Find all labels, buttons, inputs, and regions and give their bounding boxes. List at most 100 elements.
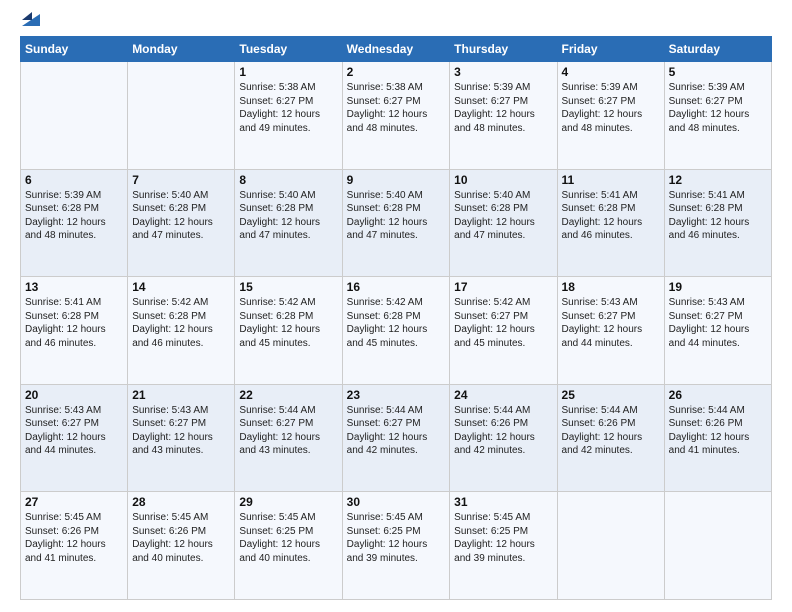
calendar-week-row: 6 Sunrise: 5:39 AMSunset: 6:28 PMDayligh… — [21, 169, 772, 277]
day-number: 9 — [347, 173, 446, 187]
calendar-week-row: 27 Sunrise: 5:45 AMSunset: 6:26 PMDaylig… — [21, 492, 772, 600]
calendar-day-cell: 19 Sunrise: 5:43 AMSunset: 6:27 PMDaylig… — [664, 277, 771, 385]
day-info: Sunrise: 5:38 AMSunset: 6:27 PMDaylight:… — [239, 82, 320, 134]
day-number: 11 — [562, 173, 660, 187]
day-number: 14 — [132, 280, 230, 294]
day-number: 21 — [132, 388, 230, 402]
day-info: Sunrise: 5:42 AMSunset: 6:28 PMDaylight:… — [239, 297, 320, 349]
calendar-day-header: Wednesday — [342, 37, 450, 62]
day-number: 20 — [25, 388, 123, 402]
calendar-day-header: Sunday — [21, 37, 128, 62]
calendar-day-cell: 16 Sunrise: 5:42 AMSunset: 6:28 PMDaylig… — [342, 277, 450, 385]
calendar-day-cell: 26 Sunrise: 5:44 AMSunset: 6:26 PMDaylig… — [664, 384, 771, 492]
day-number: 6 — [25, 173, 123, 187]
day-info: Sunrise: 5:39 AMSunset: 6:27 PMDaylight:… — [454, 82, 535, 134]
day-number: 4 — [562, 65, 660, 79]
day-info: Sunrise: 5:45 AMSunset: 6:26 PMDaylight:… — [25, 512, 106, 564]
calendar-day-cell — [664, 492, 771, 600]
calendar-day-cell: 11 Sunrise: 5:41 AMSunset: 6:28 PMDaylig… — [557, 169, 664, 277]
day-info: Sunrise: 5:43 AMSunset: 6:27 PMDaylight:… — [562, 297, 643, 349]
calendar-day-cell: 14 Sunrise: 5:42 AMSunset: 6:28 PMDaylig… — [128, 277, 235, 385]
calendar-day-cell: 28 Sunrise: 5:45 AMSunset: 6:26 PMDaylig… — [128, 492, 235, 600]
calendar-day-cell: 12 Sunrise: 5:41 AMSunset: 6:28 PMDaylig… — [664, 169, 771, 277]
day-number: 12 — [669, 173, 767, 187]
day-info: Sunrise: 5:45 AMSunset: 6:25 PMDaylight:… — [347, 512, 428, 564]
calendar-day-cell: 29 Sunrise: 5:45 AMSunset: 6:25 PMDaylig… — [235, 492, 342, 600]
day-info: Sunrise: 5:40 AMSunset: 6:28 PMDaylight:… — [347, 190, 428, 242]
day-info: Sunrise: 5:43 AMSunset: 6:27 PMDaylight:… — [132, 405, 213, 457]
calendar-day-cell: 17 Sunrise: 5:42 AMSunset: 6:27 PMDaylig… — [450, 277, 557, 385]
calendar-day-cell: 1 Sunrise: 5:38 AMSunset: 6:27 PMDayligh… — [235, 62, 342, 170]
day-info: Sunrise: 5:44 AMSunset: 6:26 PMDaylight:… — [454, 405, 535, 457]
day-number: 28 — [132, 495, 230, 509]
logo — [20, 16, 40, 26]
day-info: Sunrise: 5:45 AMSunset: 6:25 PMDaylight:… — [239, 512, 320, 564]
day-info: Sunrise: 5:39 AMSunset: 6:27 PMDaylight:… — [562, 82, 643, 134]
day-info: Sunrise: 5:42 AMSunset: 6:28 PMDaylight:… — [132, 297, 213, 349]
day-number: 22 — [239, 388, 337, 402]
calendar-day-cell: 5 Sunrise: 5:39 AMSunset: 6:27 PMDayligh… — [664, 62, 771, 170]
calendar-table: SundayMondayTuesdayWednesdayThursdayFrid… — [20, 36, 772, 600]
day-number: 17 — [454, 280, 552, 294]
calendar-day-cell: 8 Sunrise: 5:40 AMSunset: 6:28 PMDayligh… — [235, 169, 342, 277]
calendar-day-header: Tuesday — [235, 37, 342, 62]
day-number: 19 — [669, 280, 767, 294]
page: SundayMondayTuesdayWednesdayThursdayFrid… — [0, 0, 792, 612]
day-number: 24 — [454, 388, 552, 402]
calendar-day-cell — [21, 62, 128, 170]
day-number: 1 — [239, 65, 337, 79]
calendar-day-cell: 18 Sunrise: 5:43 AMSunset: 6:27 PMDaylig… — [557, 277, 664, 385]
calendar-day-cell: 31 Sunrise: 5:45 AMSunset: 6:25 PMDaylig… — [450, 492, 557, 600]
day-number: 27 — [25, 495, 123, 509]
calendar-week-row: 1 Sunrise: 5:38 AMSunset: 6:27 PMDayligh… — [21, 62, 772, 170]
day-number: 30 — [347, 495, 446, 509]
day-number: 23 — [347, 388, 446, 402]
calendar-day-cell: 6 Sunrise: 5:39 AMSunset: 6:28 PMDayligh… — [21, 169, 128, 277]
day-number: 5 — [669, 65, 767, 79]
day-number: 31 — [454, 495, 552, 509]
day-number: 8 — [239, 173, 337, 187]
day-info: Sunrise: 5:41 AMSunset: 6:28 PMDaylight:… — [25, 297, 106, 349]
calendar-day-cell: 13 Sunrise: 5:41 AMSunset: 6:28 PMDaylig… — [21, 277, 128, 385]
day-info: Sunrise: 5:38 AMSunset: 6:27 PMDaylight:… — [347, 82, 428, 134]
calendar-day-header: Thursday — [450, 37, 557, 62]
day-info: Sunrise: 5:40 AMSunset: 6:28 PMDaylight:… — [454, 190, 535, 242]
calendar-day-cell: 30 Sunrise: 5:45 AMSunset: 6:25 PMDaylig… — [342, 492, 450, 600]
day-info: Sunrise: 5:39 AMSunset: 6:27 PMDaylight:… — [669, 82, 750, 134]
calendar-day-header: Friday — [557, 37, 664, 62]
calendar-week-row: 13 Sunrise: 5:41 AMSunset: 6:28 PMDaylig… — [21, 277, 772, 385]
day-number: 10 — [454, 173, 552, 187]
day-number: 2 — [347, 65, 446, 79]
calendar-day-cell: 4 Sunrise: 5:39 AMSunset: 6:27 PMDayligh… — [557, 62, 664, 170]
day-number: 15 — [239, 280, 337, 294]
day-info: Sunrise: 5:44 AMSunset: 6:27 PMDaylight:… — [347, 405, 428, 457]
day-number: 7 — [132, 173, 230, 187]
calendar-day-header: Monday — [128, 37, 235, 62]
day-number: 29 — [239, 495, 337, 509]
day-number: 13 — [25, 280, 123, 294]
day-number: 26 — [669, 388, 767, 402]
day-info: Sunrise: 5:43 AMSunset: 6:27 PMDaylight:… — [25, 405, 106, 457]
day-info: Sunrise: 5:42 AMSunset: 6:28 PMDaylight:… — [347, 297, 428, 349]
calendar-day-cell: 25 Sunrise: 5:44 AMSunset: 6:26 PMDaylig… — [557, 384, 664, 492]
day-info: Sunrise: 5:44 AMSunset: 6:26 PMDaylight:… — [669, 405, 750, 457]
day-info: Sunrise: 5:44 AMSunset: 6:26 PMDaylight:… — [562, 405, 643, 457]
day-info: Sunrise: 5:44 AMSunset: 6:27 PMDaylight:… — [239, 405, 320, 457]
logo-icon — [22, 6, 40, 26]
calendar-day-cell: 20 Sunrise: 5:43 AMSunset: 6:27 PMDaylig… — [21, 384, 128, 492]
calendar-day-cell: 23 Sunrise: 5:44 AMSunset: 6:27 PMDaylig… — [342, 384, 450, 492]
calendar-day-cell: 22 Sunrise: 5:44 AMSunset: 6:27 PMDaylig… — [235, 384, 342, 492]
day-info: Sunrise: 5:40 AMSunset: 6:28 PMDaylight:… — [132, 190, 213, 242]
calendar-day-cell — [557, 492, 664, 600]
day-info: Sunrise: 5:45 AMSunset: 6:26 PMDaylight:… — [132, 512, 213, 564]
calendar-day-cell: 2 Sunrise: 5:38 AMSunset: 6:27 PMDayligh… — [342, 62, 450, 170]
calendar-week-row: 20 Sunrise: 5:43 AMSunset: 6:27 PMDaylig… — [21, 384, 772, 492]
day-number: 3 — [454, 65, 552, 79]
calendar-day-cell: 15 Sunrise: 5:42 AMSunset: 6:28 PMDaylig… — [235, 277, 342, 385]
calendar-day-cell: 21 Sunrise: 5:43 AMSunset: 6:27 PMDaylig… — [128, 384, 235, 492]
calendar-day-cell: 9 Sunrise: 5:40 AMSunset: 6:28 PMDayligh… — [342, 169, 450, 277]
calendar-day-cell: 24 Sunrise: 5:44 AMSunset: 6:26 PMDaylig… — [450, 384, 557, 492]
header — [20, 16, 772, 26]
calendar-day-cell: 10 Sunrise: 5:40 AMSunset: 6:28 PMDaylig… — [450, 169, 557, 277]
day-info: Sunrise: 5:40 AMSunset: 6:28 PMDaylight:… — [239, 190, 320, 242]
